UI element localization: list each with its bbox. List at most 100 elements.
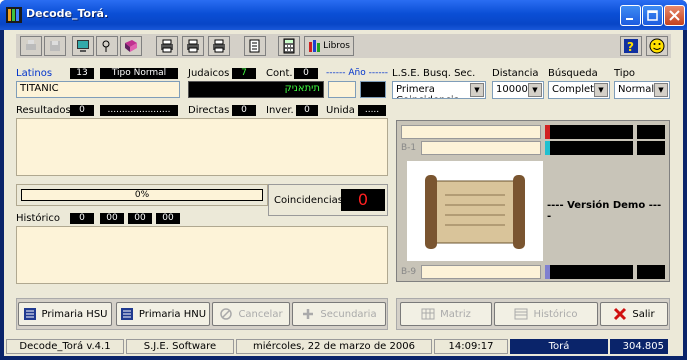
historico-panel[interactable]	[16, 226, 388, 284]
status-number: 304.805	[610, 339, 668, 354]
historico-button-label: Histórico	[533, 308, 578, 320]
dropdown-arrow-icon: ▼	[528, 83, 542, 97]
printer-icon	[161, 39, 173, 53]
print-button-2[interactable]	[182, 36, 204, 56]
resultados-label: Resultados	[16, 105, 71, 116]
cancelar-button[interactable]: Cancelar	[212, 302, 290, 326]
secundaria-button[interactable]: Secundaria	[292, 302, 386, 326]
application-window: Decode_Torá. Libros ? Latinos 13 Tipo No…	[0, 0, 687, 360]
lse-value: Primera Coincidencia	[396, 84, 460, 98]
coincidencias-label: Coincidencias	[274, 195, 343, 206]
document-button[interactable]	[244, 36, 266, 56]
monitor-icon	[77, 40, 89, 52]
unida-label: Unida	[326, 105, 355, 116]
judaicos-input[interactable]: תיתאניק	[188, 81, 324, 98]
save-disabled-button[interactable]	[44, 36, 66, 56]
red-marker	[545, 125, 550, 139]
matrix-row-field-top[interactable]	[421, 141, 541, 155]
title-bar[interactable]: Decode_Torá.	[0, 0, 687, 30]
torah-scroll-image	[425, 175, 525, 249]
ano-label: ------ Año ------	[326, 68, 389, 78]
red-x-icon	[614, 307, 627, 321]
latinos-count: 13	[70, 68, 94, 79]
print-button-1[interactable]	[156, 36, 178, 56]
search-icon	[102, 40, 110, 52]
print-button-3[interactable]	[208, 36, 230, 56]
inver-label: Inver.	[266, 105, 294, 116]
ano-box	[360, 81, 386, 98]
printer-icon	[213, 39, 225, 53]
help-button[interactable]: ?	[620, 36, 642, 56]
cont-value: 0	[294, 68, 318, 79]
status-bar: Decode_Torá v.4.1 S.J.E. Software miérco…	[4, 336, 683, 356]
close-button[interactable]	[664, 5, 685, 26]
primaria-hnu-button[interactable]: Primaria HNU	[116, 302, 210, 326]
document-icon	[249, 39, 260, 53]
ano-input[interactable]	[328, 81, 356, 98]
matriz-button[interactable]: Matriz	[400, 302, 492, 326]
demo-version-label: ---- Versión Demo ----	[547, 200, 662, 222]
primaria-hsu-button[interactable]: Primaria HSU	[18, 302, 112, 326]
list-icon	[120, 308, 133, 320]
dropdown-arrow-icon: ▼	[470, 83, 484, 97]
matriz-label: Matriz	[440, 308, 471, 320]
printer-icon	[187, 39, 199, 53]
matrix-top-box-2	[637, 141, 665, 155]
coincidencias-frame: Coincidencias 0	[268, 184, 388, 216]
salir-button[interactable]: Salir	[600, 302, 668, 326]
historico-v3: 00	[128, 213, 152, 224]
distancia-label: Distancia	[492, 68, 539, 79]
resultados-value: 0	[70, 105, 94, 116]
minimize-button[interactable]	[620, 5, 641, 26]
row-label-top: B-1	[401, 143, 417, 153]
progress-bar: 0%	[21, 189, 263, 201]
matrix-top-bar-1	[545, 125, 633, 139]
toolbar: Libros ?	[16, 34, 671, 58]
secundaria-label: Secundaria	[320, 308, 377, 320]
libros-button[interactable]: Libros	[304, 36, 354, 56]
inver-value: 0	[296, 105, 318, 116]
smiley-button[interactable]	[646, 36, 668, 56]
busqueda-select[interactable]: Completa ▼	[548, 81, 610, 99]
progress-frame: 0%	[16, 184, 268, 206]
book-button[interactable]	[120, 36, 142, 56]
distancia-value: 10000	[496, 84, 528, 95]
calculator-button[interactable]	[278, 36, 300, 56]
tipo-label: Tipo	[614, 68, 636, 79]
cyan-marker	[545, 141, 550, 155]
monitor-button[interactable]	[72, 36, 94, 56]
search-tool-button[interactable]	[96, 36, 118, 56]
table-icon	[514, 308, 528, 320]
historico-label: Histórico	[16, 213, 61, 224]
distancia-select[interactable]: 10000 ▼	[492, 81, 544, 99]
status-torah: Torá	[510, 339, 608, 354]
tipo-select[interactable]: Normal ▼	[614, 81, 670, 99]
blue-marker	[545, 265, 550, 279]
matrix-row-field-bottom[interactable]	[421, 265, 541, 279]
latinos-input[interactable]: TITANIC	[16, 81, 180, 98]
cancelar-label: Cancelar	[238, 308, 283, 320]
print-disabled-button[interactable]	[20, 36, 42, 56]
directas-label: Directas	[188, 105, 230, 116]
help-icon: ?	[624, 39, 638, 54]
matrix-top-box-1	[637, 125, 665, 139]
disk-icon	[50, 41, 60, 51]
lse-select[interactable]: Primera Coincidencia ▼	[392, 81, 486, 99]
smiley-icon	[649, 38, 665, 54]
matrix-top-bar-2	[545, 141, 633, 155]
historico-v1: 0	[70, 213, 94, 224]
printer-icon	[26, 40, 36, 50]
row-label-bottom: B-9	[401, 267, 417, 277]
books-icon	[309, 40, 320, 52]
matrix-top-field[interactable]	[401, 125, 541, 139]
maximize-button[interactable]	[642, 5, 663, 26]
cancel-icon	[220, 308, 233, 320]
plus-icon	[303, 309, 314, 319]
results-panel[interactable]	[16, 118, 388, 176]
matrix-bottom-box	[637, 265, 665, 279]
historico-button[interactable]: Histórico	[494, 302, 598, 326]
dropdown-arrow-icon: ▼	[654, 83, 668, 97]
status-date: miércoles, 22 de marzo de 2006	[236, 339, 432, 354]
salir-label: Salir	[632, 308, 655, 320]
main-client-area: Libros ? Latinos 13 Tipo Normal Judaicos…	[4, 30, 683, 356]
